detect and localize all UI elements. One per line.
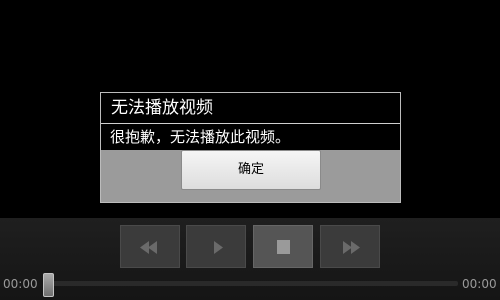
rewind-icon: [140, 241, 157, 254]
rewind-button[interactable]: [120, 225, 180, 268]
play-icon: [214, 241, 223, 254]
dialog-button-bar: 确定: [101, 150, 400, 202]
stop-icon: [277, 240, 290, 254]
play-button[interactable]: [186, 225, 246, 268]
fast-forward-button[interactable]: [320, 225, 380, 268]
ok-button[interactable]: 确定: [181, 150, 321, 190]
seek-bar[interactable]: [47, 281, 458, 286]
elapsed-time: 00:00: [3, 277, 38, 291]
error-dialog: 无法播放视频 很抱歉，无法播放此视频。 确定: [100, 92, 401, 203]
dialog-message: 很抱歉，无法播放此视频。: [110, 128, 291, 146]
video-player-screen: 无法播放视频 很抱歉，无法播放此视频。 确定 00:00 00:00: [0, 0, 500, 300]
total-time: 00:00: [462, 277, 497, 291]
dialog-title: 无法播放视频: [101, 93, 400, 124]
playback-controls: 00:00 00:00: [0, 218, 500, 300]
fast-forward-icon: [343, 241, 360, 254]
stop-button[interactable]: [253, 225, 313, 268]
seek-thumb[interactable]: [43, 273, 54, 297]
